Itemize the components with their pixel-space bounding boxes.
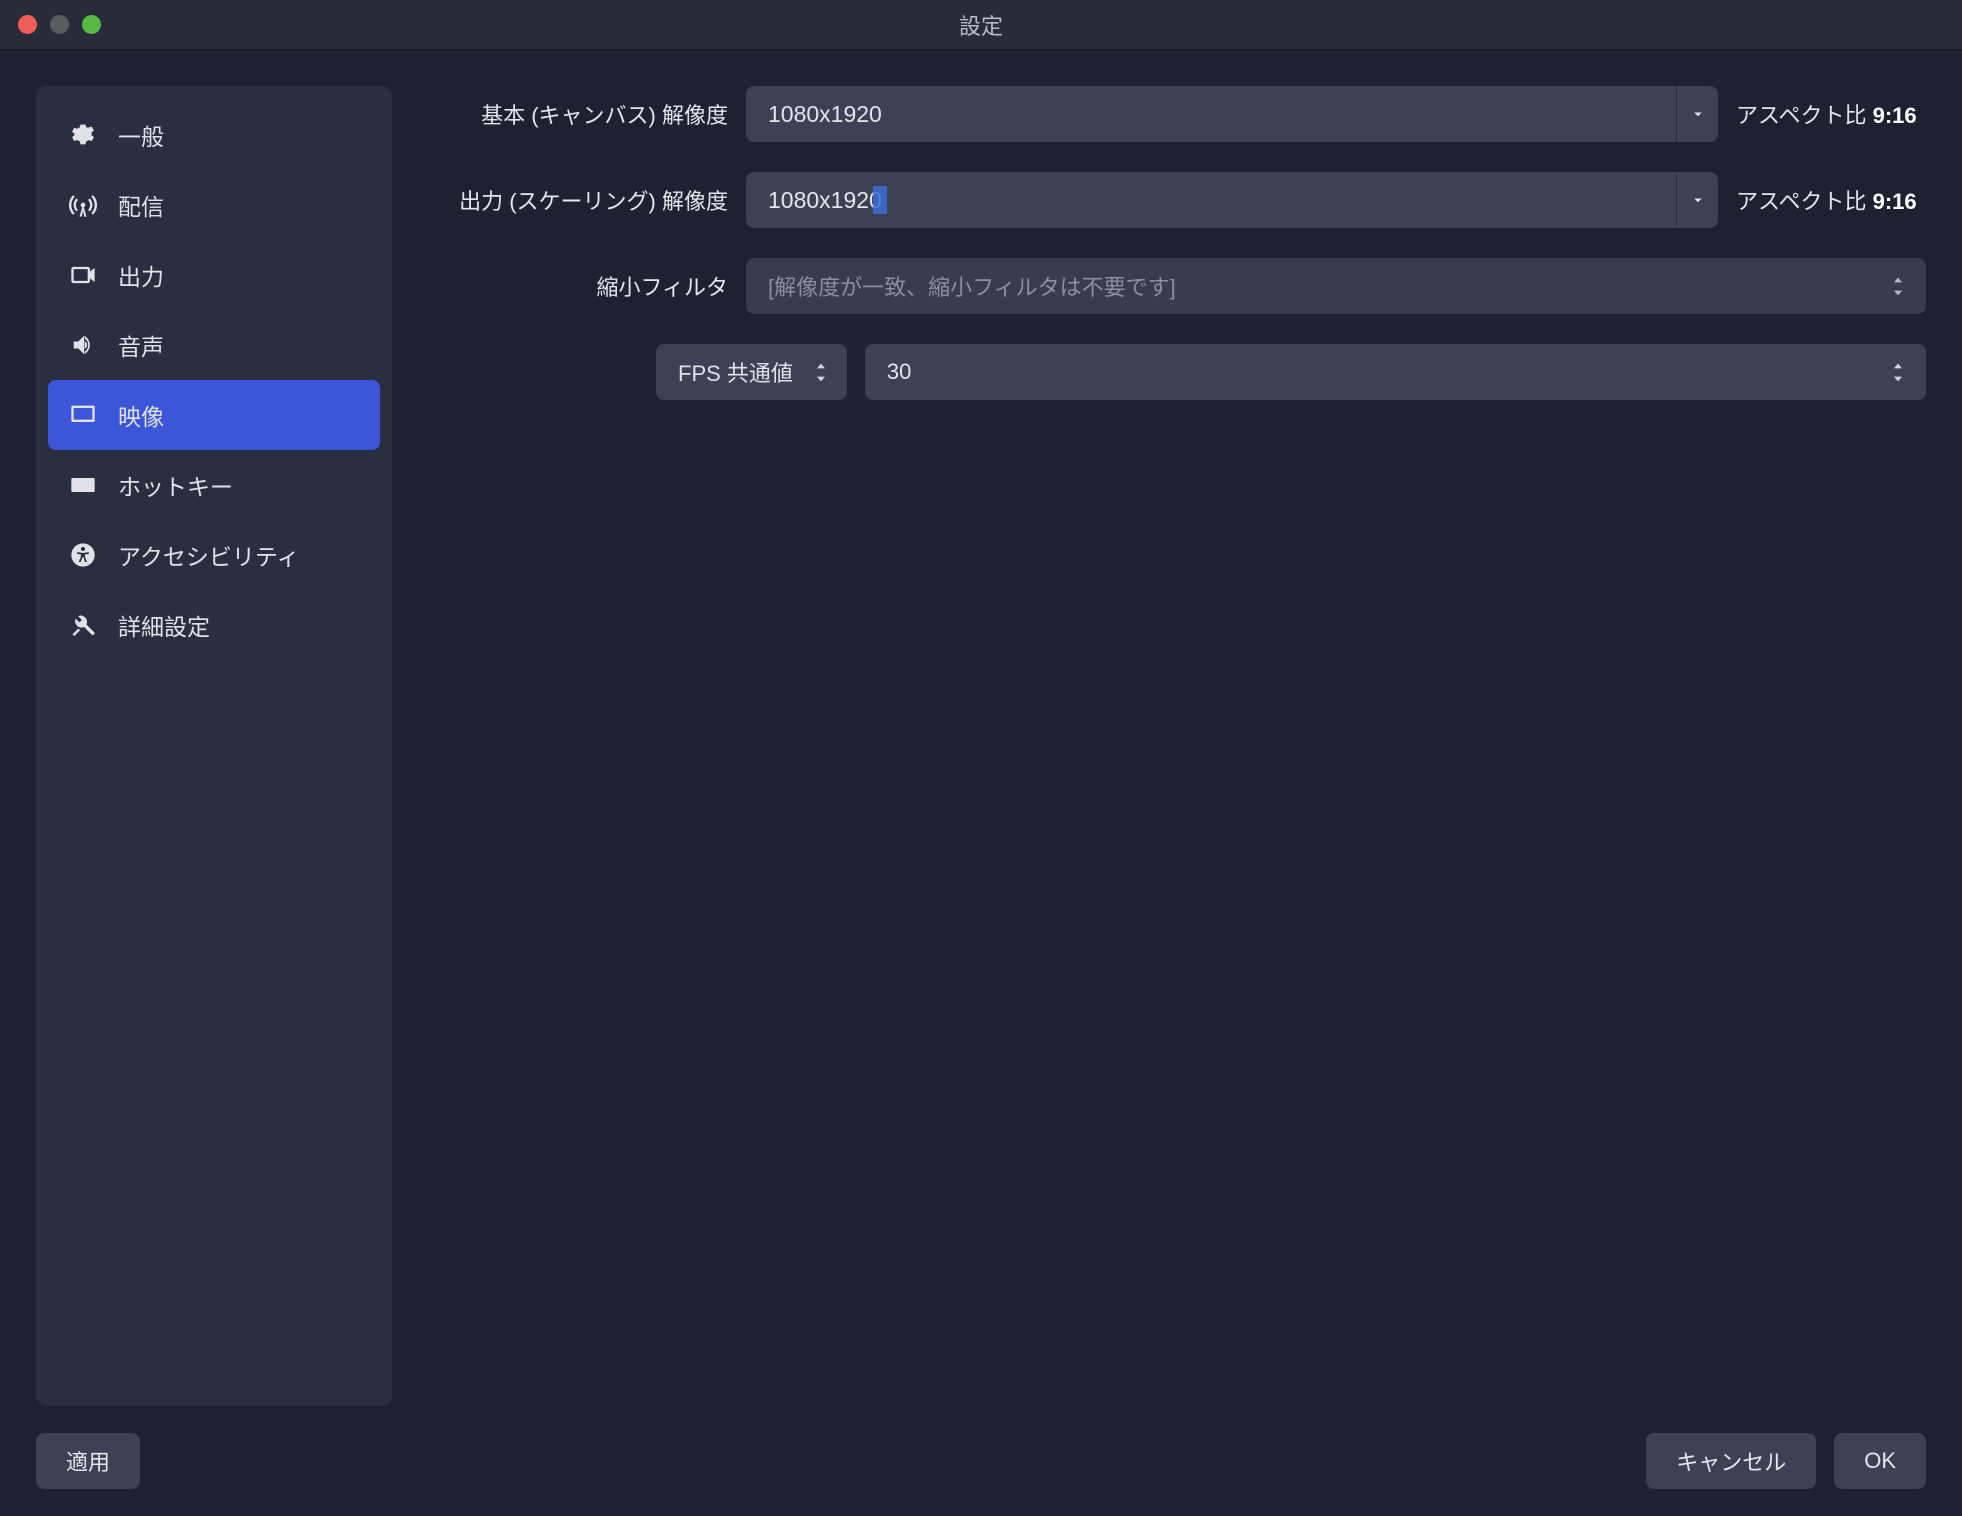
monitor-icon	[68, 400, 98, 430]
base-resolution-aspect: アスペクト比 9:16	[1736, 98, 1926, 130]
sidebar-item-label: 詳細設定	[118, 608, 210, 642]
sidebar-item-video[interactable]: 映像	[48, 380, 380, 450]
downscale-filter-value: [解像度が一致、縮小フィルタは不要です]	[768, 270, 1880, 302]
apply-button[interactable]: 適用	[36, 1433, 140, 1489]
sidebar-item-label: 音声	[118, 328, 164, 362]
row-downscale-filter: 縮小フィルタ [解像度が一致、縮小フィルタは不要です]	[428, 258, 1926, 314]
base-resolution-combo[interactable]: 1080x1920	[746, 86, 1718, 142]
fps-type-label: FPS 共通値	[678, 356, 793, 388]
aspect-value: 9:16	[1873, 103, 1917, 128]
chevron-up-icon	[814, 361, 828, 371]
speaker-icon	[68, 330, 98, 360]
cancel-button[interactable]: キャンセル	[1646, 1433, 1816, 1489]
fps-type-stepper[interactable]	[803, 361, 839, 384]
output-resolution-combo[interactable]: 1080x1920	[746, 172, 1718, 228]
aspect-value: 9:16	[1873, 189, 1917, 214]
base-resolution-label: 基本 (キャンバス) 解像度	[428, 98, 728, 130]
window-title: 設定	[959, 9, 1003, 41]
output-icon	[68, 260, 98, 290]
sidebar-item-label: アクセシビリティ	[118, 538, 299, 572]
fps-value-select[interactable]: 30	[865, 344, 1926, 400]
sidebar-item-label: 映像	[118, 398, 164, 432]
sidebar-item-label: 一般	[118, 118, 164, 152]
chevron-up-icon	[1891, 361, 1905, 371]
sidebar-item-general[interactable]: 一般	[48, 100, 380, 170]
aspect-label: アスペクト比	[1736, 189, 1866, 214]
fps-value: 30	[887, 359, 1880, 385]
titlebar: 設定	[0, 0, 1962, 50]
chevron-down-icon	[1689, 191, 1707, 209]
accessibility-icon	[68, 540, 98, 570]
output-resolution-label: 出力 (スケーリング) 解像度	[428, 184, 728, 216]
chevron-down-icon	[1689, 105, 1707, 123]
maximize-window-icon[interactable]	[82, 15, 101, 34]
settings-window: 設定 一般 配信 出力	[0, 0, 1962, 1516]
keyboard-icon	[68, 470, 98, 500]
base-resolution-dropdown-button[interactable]	[1676, 86, 1718, 142]
chevron-down-icon	[814, 374, 828, 384]
output-resolution-input[interactable]: 1080x1920	[746, 172, 1676, 228]
downscale-filter-label: 縮小フィルタ	[428, 270, 728, 302]
downscale-filter-stepper[interactable]	[1880, 275, 1916, 298]
sidebar-item-label: 配信	[118, 188, 164, 222]
row-base-resolution: 基本 (キャンバス) 解像度 1080x1920 アスペクト比 9:16	[428, 86, 1926, 142]
downscale-filter-select[interactable]: [解像度が一致、縮小フィルタは不要です]	[746, 258, 1926, 314]
close-window-icon[interactable]	[18, 15, 37, 34]
sidebar-item-stream[interactable]: 配信	[48, 170, 380, 240]
output-resolution-dropdown-button[interactable]	[1676, 172, 1718, 228]
content-area: 一般 配信 出力 音声	[0, 50, 1962, 1406]
minimize-window-icon[interactable]	[50, 15, 69, 34]
row-fps: FPS 共通値 30	[428, 344, 1926, 400]
sidebar: 一般 配信 出力 音声	[36, 86, 392, 1406]
chevron-down-icon	[1891, 288, 1905, 298]
footer: 適用 キャンセル OK	[0, 1406, 1962, 1516]
fps-value-stepper[interactable]	[1880, 361, 1916, 384]
sidebar-item-label: 出力	[118, 258, 164, 292]
sidebar-item-output[interactable]: 出力	[48, 240, 380, 310]
antenna-icon	[68, 190, 98, 220]
chevron-up-icon	[1891, 275, 1905, 285]
row-output-resolution: 出力 (スケーリング) 解像度 1080x1920 アスペクト比 9:16	[428, 172, 1926, 228]
sidebar-item-label: ホットキー	[118, 468, 233, 502]
chevron-down-icon	[1891, 374, 1905, 384]
aspect-label: アスペクト比	[1736, 103, 1866, 128]
ok-button[interactable]: OK	[1834, 1433, 1926, 1489]
main-panel: 基本 (キャンバス) 解像度 1080x1920 アスペクト比 9:16 出力 …	[428, 86, 1926, 1406]
sidebar-item-advanced[interactable]: 詳細設定	[48, 590, 380, 660]
base-resolution-input[interactable]: 1080x1920	[746, 86, 1676, 142]
gear-icon	[68, 120, 98, 150]
output-resolution-aspect: アスペクト比 9:16	[1736, 184, 1926, 216]
window-controls	[0, 15, 101, 34]
sidebar-item-accessibility[interactable]: アクセシビリティ	[48, 520, 380, 590]
sidebar-item-hotkeys[interactable]: ホットキー	[48, 450, 380, 520]
tools-icon	[68, 610, 98, 640]
fps-type-select[interactable]: FPS 共通値	[656, 344, 847, 400]
sidebar-item-audio[interactable]: 音声	[48, 310, 380, 380]
